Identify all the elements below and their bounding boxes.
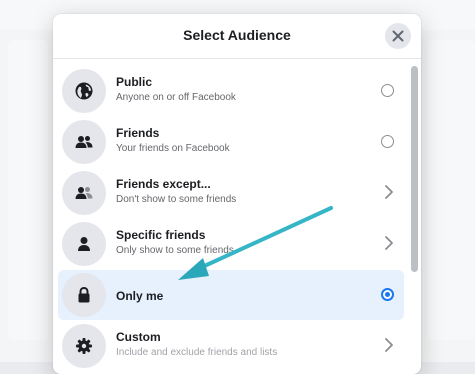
dialog-title: Select Audience xyxy=(183,27,291,43)
audience-option-public[interactable]: Public Anyone on or off Facebook xyxy=(58,66,404,116)
option-radio-selected[interactable] xyxy=(381,288,394,301)
close-button[interactable] xyxy=(385,23,411,49)
globe-icon xyxy=(75,82,93,100)
option-radio[interactable] xyxy=(381,135,394,148)
option-label: Custom xyxy=(116,330,161,344)
option-description: Your friends on Facebook xyxy=(116,143,230,154)
friends-icon xyxy=(75,136,93,148)
option-label: Friends except... xyxy=(116,177,211,191)
audience-option-friends-except[interactable]: Friends except... Don't show to some fri… xyxy=(58,168,404,218)
person-icon xyxy=(78,237,90,251)
dialog-header: Select Audience xyxy=(53,14,421,59)
friends-except-icon xyxy=(75,187,93,199)
option-radio[interactable] xyxy=(381,84,394,97)
lock-icon xyxy=(78,286,90,303)
option-description: Anyone on or off Facebook xyxy=(116,92,236,103)
option-label: Public xyxy=(116,75,153,89)
audience-option-specific-friends[interactable]: Specific friends Only show to some frien… xyxy=(58,219,404,269)
chevron-right-icon xyxy=(385,185,393,199)
chevron-right-icon xyxy=(385,338,393,352)
option-label: Specific friends xyxy=(116,228,206,242)
option-description: Only show to some friends xyxy=(116,245,234,256)
audience-option-custom[interactable]: Custom Include and exclude friends and l… xyxy=(58,321,404,371)
select-audience-dialog: Select Audience Public Anyone on or off … xyxy=(53,14,421,374)
option-label: Friends xyxy=(116,126,160,140)
scrollbar[interactable] xyxy=(411,66,418,272)
close-icon xyxy=(392,30,404,42)
option-description: Include and exclude friends and lists xyxy=(116,347,278,358)
option-label: Only me xyxy=(116,289,164,303)
audience-option-friends[interactable]: Friends Your friends on Facebook xyxy=(58,117,404,167)
chevron-right-icon xyxy=(385,236,393,250)
audience-option-only-me[interactable]: Only me xyxy=(58,270,404,320)
gear-icon xyxy=(76,338,92,354)
option-description: Don't show to some friends xyxy=(116,194,237,205)
